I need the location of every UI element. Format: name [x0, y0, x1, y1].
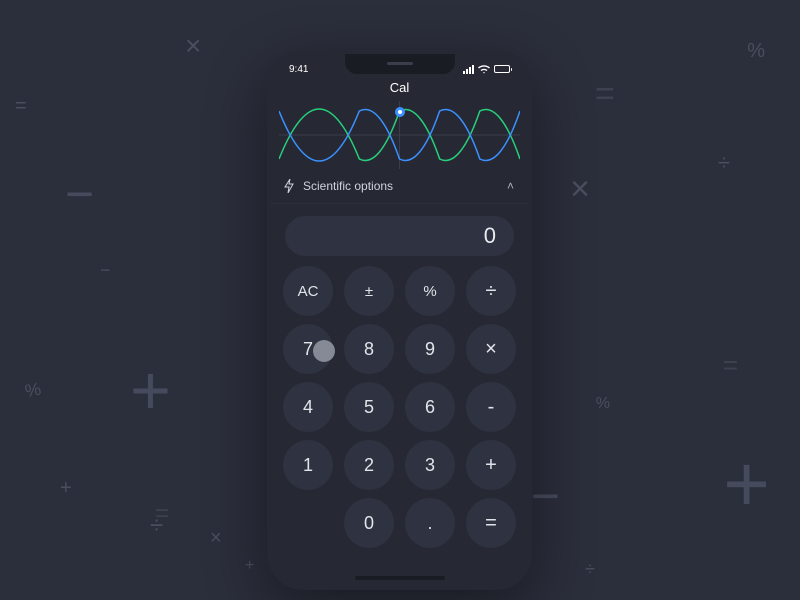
keypad: AC ± % ÷ 7 8 9 × 4 5 6 - 1 — [271, 266, 528, 570]
key-8[interactable]: 8 — [344, 324, 394, 374]
bg-plus-icon: + — [723, 438, 770, 530]
bg-divide-icon: ÷ — [150, 512, 163, 540]
bg-divide-icon: ÷ — [718, 150, 730, 176]
bg-equals-icon: = — [15, 95, 24, 118]
app-title: Cal — [271, 78, 528, 101]
key-4[interactable]: 4 — [283, 382, 333, 432]
key-ac[interactable]: AC — [283, 266, 333, 316]
calculator-display: 0 — [285, 216, 514, 256]
chevron-up-icon: ˄ — [507, 179, 514, 193]
lightning-icon — [283, 179, 295, 193]
status-indicators — [463, 65, 510, 74]
bg-percent-icon: % — [747, 40, 765, 63]
key-decimal[interactable]: . — [405, 498, 455, 548]
home-indicator[interactable] — [355, 576, 445, 580]
key-equals[interactable]: = — [466, 498, 516, 548]
key-1[interactable]: 1 — [283, 440, 333, 490]
key-percent[interactable]: % — [405, 266, 455, 316]
graph-point-handle[interactable] — [395, 107, 405, 117]
signal-icon — [463, 65, 474, 74]
bg-plus-icon: + — [60, 477, 72, 500]
bg-percent-icon: % — [596, 395, 610, 413]
bg-plus-icon: + — [130, 350, 171, 430]
key-multiply[interactable]: × — [466, 324, 516, 374]
wifi-icon — [478, 65, 490, 74]
bg-minus-icon: − — [65, 165, 94, 223]
key-divide[interactable]: ÷ — [466, 266, 516, 316]
bg-equals-icon: = — [595, 75, 610, 114]
phone-frame: 9:41 Cal Scientific options ˄ — [267, 50, 532, 590]
key-6[interactable]: 6 — [405, 382, 455, 432]
key-3[interactable]: 3 — [405, 440, 455, 490]
key-9[interactable]: 9 — [405, 324, 455, 374]
key-2[interactable]: 2 — [344, 440, 394, 490]
key-add[interactable]: + — [466, 440, 516, 490]
key-0[interactable]: 0 — [344, 498, 394, 548]
notch — [345, 54, 455, 74]
bg-multiply-icon: × — [210, 527, 222, 550]
graph-area[interactable] — [279, 101, 520, 169]
bg-plus-icon: + — [245, 557, 254, 575]
key-5[interactable]: 5 — [344, 382, 394, 432]
scientific-options-toggle[interactable]: Scientific options ˄ — [271, 169, 528, 204]
touch-highlight — [313, 340, 335, 362]
bg-multiply-icon: × — [570, 170, 590, 209]
display-value: 0 — [484, 223, 496, 249]
key-7-label: 7 — [303, 339, 313, 360]
status-time: 9:41 — [289, 64, 308, 75]
bg-minus-icon: − — [531, 467, 560, 525]
key-plus-minus[interactable]: ± — [344, 266, 394, 316]
bg-minus-icon: − — [100, 260, 111, 281]
bg-percent-icon: % — [23, 379, 42, 402]
key-7[interactable]: 7 — [283, 324, 333, 374]
scientific-options-label: Scientific options — [303, 179, 393, 193]
battery-icon — [494, 65, 510, 73]
bg-equals-icon: = — [723, 350, 735, 381]
key-subtract[interactable]: - — [466, 382, 516, 432]
bg-multiply-icon: × — [185, 30, 201, 62]
bg-divide-icon: ÷ — [585, 559, 595, 580]
phone-screen: 9:41 Cal Scientific options ˄ — [271, 54, 528, 586]
